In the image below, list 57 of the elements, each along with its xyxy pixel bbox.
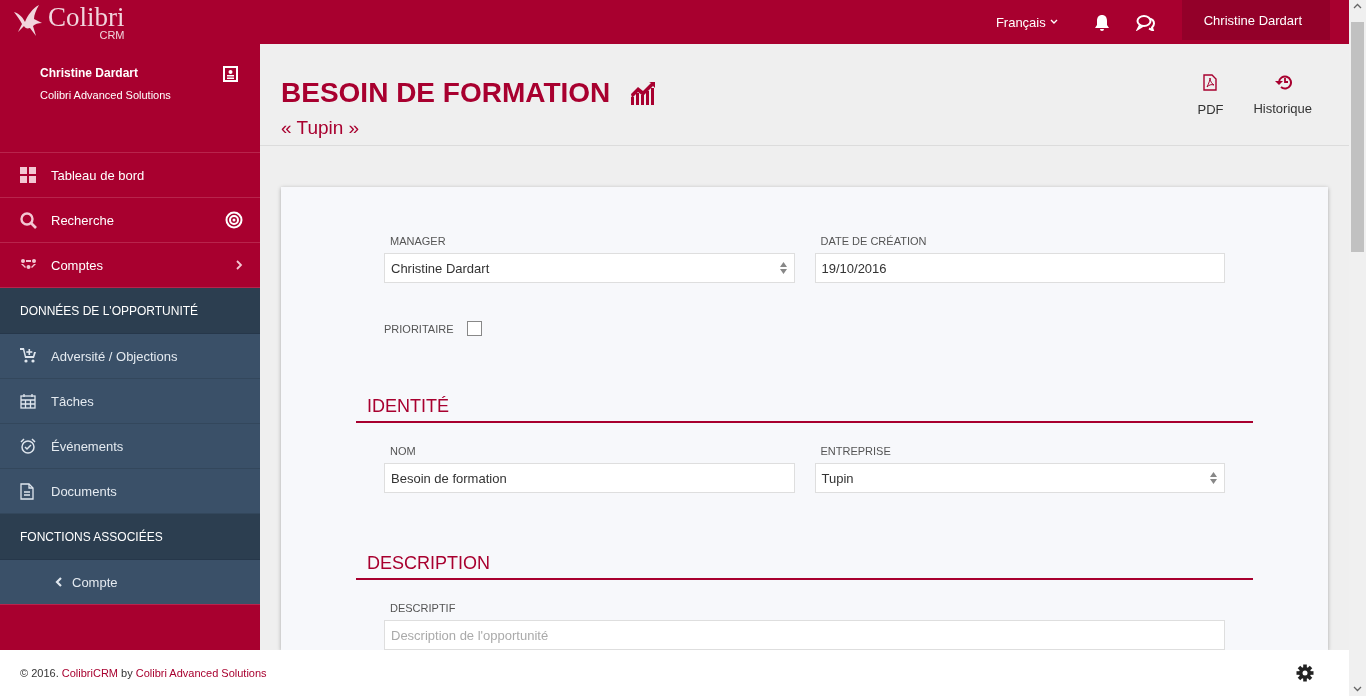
sidebar-item[interactable]: Tâches bbox=[0, 379, 260, 424]
people-icon bbox=[20, 258, 37, 272]
sidebar-item[interactable]: Tableau de bord bbox=[0, 153, 260, 198]
sort-arrows-icon bbox=[778, 261, 788, 275]
sidebar-item[interactable]: Documents bbox=[0, 469, 260, 514]
sidebar-item[interactable]: Adversité / Objections bbox=[0, 334, 260, 379]
document-icon bbox=[20, 482, 34, 500]
sidebar-item[interactable]: Recherche bbox=[0, 198, 260, 243]
scrollbar-thumb[interactable] bbox=[1351, 22, 1364, 252]
search-icon bbox=[20, 211, 37, 229]
profile-company: Colibri Advanced Solutions bbox=[40, 89, 171, 101]
language-dropdown[interactable]: Français bbox=[989, 13, 1064, 31]
field-label: NOM bbox=[390, 445, 417, 457]
copyright-text: © 2016. ColibriCRM by Colibri Advanced Solutions bbox=[20, 667, 267, 679]
grid-icon bbox=[20, 167, 36, 183]
logo-subtitle: CRM bbox=[99, 29, 125, 41]
bell-icon[interactable] bbox=[1093, 13, 1110, 31]
sidebar-item[interactable]: Compte bbox=[0, 560, 260, 605]
page-subtitle: « Tupin » bbox=[281, 117, 361, 139]
text-field[interactable]: Besoin de formation bbox=[384, 463, 795, 493]
checkbox[interactable] bbox=[467, 321, 483, 336]
section-heading: IDENTITÉ bbox=[356, 396, 1253, 423]
field-label: DATE DE CRÉATION bbox=[820, 235, 928, 247]
field-label: ENTREPRISE bbox=[820, 445, 892, 457]
logo-text: Colibri bbox=[48, 3, 125, 31]
contact-card-icon[interactable] bbox=[223, 66, 238, 82]
settings-icon[interactable] bbox=[1296, 664, 1314, 682]
history-button[interactable]: Historique bbox=[1249, 74, 1316, 118]
sidebar-item[interactable]: Événements bbox=[0, 424, 260, 469]
calendar-icon bbox=[20, 393, 36, 409]
company-link[interactable]: Colibri Advanced Solutions bbox=[135, 667, 267, 679]
profile-name: Christine Dardart bbox=[40, 66, 140, 80]
section-heading: DESCRIPTION bbox=[356, 553, 1253, 580]
select-field[interactable]: Christine Dardart bbox=[384, 253, 795, 283]
chat-icon[interactable] bbox=[1135, 13, 1156, 31]
chevron-right-icon bbox=[236, 260, 243, 270]
history-icon bbox=[1273, 74, 1292, 90]
select-field[interactable]: Tupin bbox=[814, 463, 1225, 493]
page-title: BESOIN DE FORMATION bbox=[281, 77, 611, 109]
sort-arrows-icon bbox=[1209, 471, 1218, 485]
text-field[interactable]: 19/10/2016 bbox=[814, 253, 1225, 283]
checkbox-label: PRIORITAIRE bbox=[384, 322, 454, 335]
cart-icon bbox=[20, 348, 37, 364]
sidebar-section-header: FONCTIONS ASSOCIÉES bbox=[0, 514, 260, 560]
user-menu-button[interactable]: Christine Dardart bbox=[1181, 0, 1330, 40]
field-label: DESCRIPTIF bbox=[390, 602, 457, 614]
chevron-left-icon bbox=[55, 577, 63, 587]
alarm-clock-icon bbox=[20, 438, 36, 454]
field-label: MANAGER bbox=[390, 235, 447, 247]
pdf-button[interactable]: PDF bbox=[1193, 74, 1228, 118]
product-link[interactable]: ColibriCRM bbox=[61, 667, 118, 679]
chart-growth-icon bbox=[630, 81, 657, 105]
pdf-file-icon bbox=[1203, 74, 1218, 91]
sidebar-section-header: DONNÉES DE L'OPPORTUNITÉ bbox=[0, 288, 260, 334]
caret-icon bbox=[1049, 19, 1058, 25]
textarea-field[interactable]: Description de l'opportunité bbox=[384, 620, 1225, 650]
target-icon[interactable] bbox=[225, 211, 243, 229]
